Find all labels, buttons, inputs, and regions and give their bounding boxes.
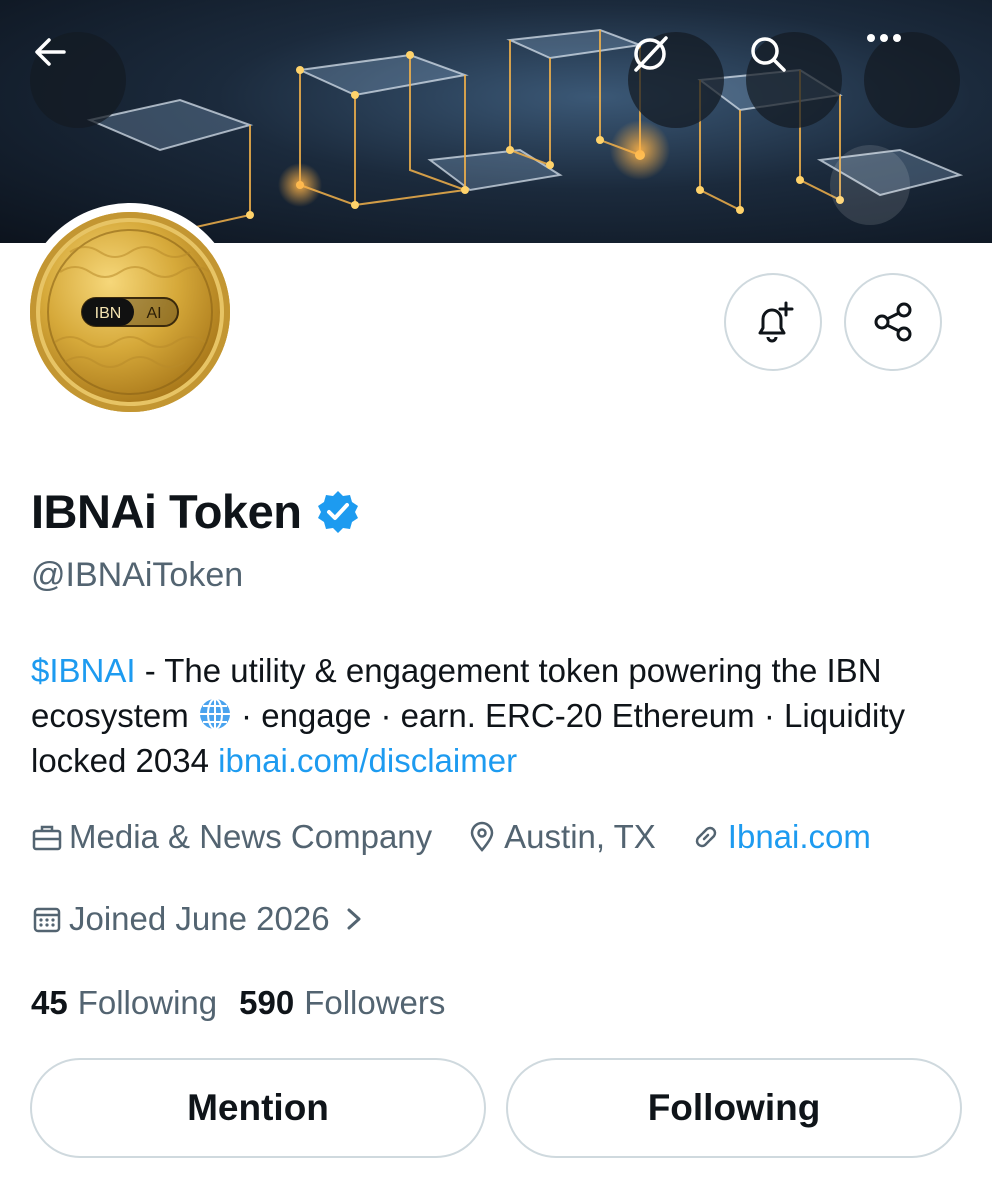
cashtag-link[interactable]: $IBNAI bbox=[31, 652, 136, 689]
following-button[interactable]: Following bbox=[506, 1058, 962, 1158]
grok-slash-icon bbox=[634, 36, 668, 72]
bio: $IBNAI - The utility & engagement token … bbox=[31, 648, 971, 783]
location-text: Austin, TX bbox=[504, 818, 656, 855]
share-button[interactable] bbox=[844, 273, 942, 371]
followers-count[interactable]: 590 bbox=[239, 984, 294, 1022]
avatar[interactable]: IBN AI bbox=[30, 212, 230, 412]
website-item[interactable]: Ibnai.com bbox=[690, 818, 871, 856]
mention-button[interactable]: Mention bbox=[30, 1058, 486, 1158]
verified-badge-icon[interactable] bbox=[315, 489, 361, 535]
website-link[interactable]: Ibnai.com bbox=[728, 818, 871, 856]
following-count[interactable]: 45 bbox=[31, 984, 68, 1022]
category-item: Media & News Company bbox=[31, 818, 432, 856]
grok-button[interactable] bbox=[628, 32, 724, 128]
bell-plus-icon bbox=[758, 301, 794, 343]
location-pin-icon bbox=[470, 821, 494, 852]
share-icon bbox=[874, 302, 912, 342]
following-label[interactable]: Following bbox=[78, 984, 217, 1022]
chevron-right-icon bbox=[347, 908, 361, 930]
followers-label[interactable]: Followers bbox=[304, 984, 445, 1022]
handle: @IBNAiToken bbox=[31, 556, 244, 594]
coin-text-ai: AI bbox=[146, 305, 161, 322]
back-button[interactable] bbox=[30, 32, 126, 128]
avatar-ring: IBN AI bbox=[21, 203, 239, 421]
search-button[interactable] bbox=[746, 32, 842, 128]
more-button[interactable] bbox=[864, 32, 960, 128]
link-icon bbox=[695, 826, 717, 848]
name-row: IBNAi Token bbox=[31, 484, 361, 539]
joined-row[interactable]: Joined June 2026 bbox=[31, 900, 364, 938]
follow-stats-row: 45 Following 590 Followers bbox=[31, 984, 467, 1022]
globe-icon bbox=[199, 698, 230, 730]
more-dots-icon bbox=[867, 34, 901, 42]
location-item: Austin, TX bbox=[466, 818, 656, 856]
coin-text-ibn: IBN bbox=[95, 305, 122, 322]
notifications-button[interactable] bbox=[724, 273, 822, 371]
arrow-left-icon bbox=[35, 38, 66, 66]
calendar-icon bbox=[33, 907, 61, 933]
search-icon bbox=[751, 37, 786, 72]
coin-logo-image: IBN AI bbox=[47, 229, 213, 395]
category-text: Media & News Company bbox=[69, 818, 433, 855]
display-name: IBNAi Token bbox=[31, 485, 302, 538]
bio-disclaimer-link[interactable]: ibnai.com/disclaimer bbox=[218, 742, 517, 779]
joined-text: Joined June 2026 bbox=[69, 900, 330, 937]
profile-meta-row: Media & News Company Austin, TX Ibnai.co… bbox=[31, 818, 905, 856]
briefcase-icon bbox=[32, 825, 62, 851]
